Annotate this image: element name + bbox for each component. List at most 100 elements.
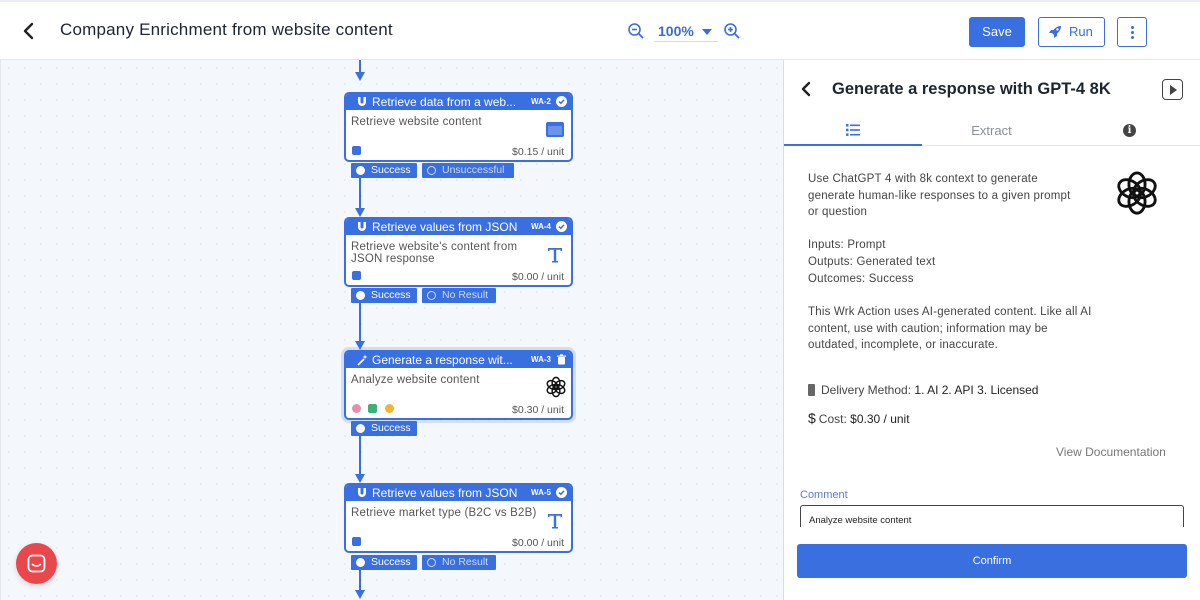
chevron-down-icon: [702, 29, 712, 35]
back-arrow-icon[interactable]: [18, 20, 40, 42]
info-icon: i: [1123, 124, 1136, 137]
list-icon: [846, 124, 860, 136]
trash-icon[interactable]: [556, 354, 567, 365]
outcome-label: Unsuccessful: [442, 164, 505, 176]
chat-bubble-icon: [27, 554, 46, 573]
play-preview-button[interactable]: [1162, 79, 1183, 100]
more-options-button[interactable]: [1117, 17, 1147, 47]
delivery-value: 1. AI 2. API 3. Licensed: [914, 383, 1039, 397]
node-title: Generate a response wit...: [372, 353, 513, 367]
magnet-icon: [358, 97, 366, 106]
zoom-select[interactable]: 100%: [654, 22, 718, 42]
workflow-node-wa-2[interactable]: Retrieve data from a web... WA-2 Retriev…: [344, 92, 573, 162]
cost-label: Cost:: [818, 412, 847, 426]
outcome-success[interactable]: Success: [351, 163, 417, 178]
tab-details[interactable]: [784, 120, 922, 146]
action-detail-panel: Generate a response with GPT-4 8K Extrac…: [784, 60, 1200, 600]
magic-wand-icon: [357, 354, 368, 366]
comment-input[interactable]: Analyze website content: [800, 505, 1184, 527]
more-dot: [1131, 26, 1134, 29]
connector-line: [359, 303, 361, 345]
ai-disclaimer: This Wrk Action uses AI-generated conten…: [808, 306, 1092, 351]
node-title: Retrieve values from JSON: [372, 220, 518, 234]
action-outputs: Outputs: Generated text: [808, 256, 936, 268]
workflow-node-wa-4[interactable]: Retrieve values from JSON WA-4 Retrieve …: [344, 217, 573, 287]
robot-icon: [352, 146, 361, 155]
verified-check-icon: [556, 487, 567, 498]
node-title: Retrieve data from a web...: [372, 95, 517, 109]
outcome-dot-icon: [427, 558, 436, 567]
dollar-icon: $: [808, 410, 816, 426]
outcome-dot-icon: [427, 291, 436, 300]
more-dot: [1131, 31, 1134, 34]
more-dot: [1131, 36, 1134, 39]
delivery-label: Delivery Method:: [821, 383, 912, 397]
node-description: Retrieve website's content from JSON res…: [351, 241, 518, 265]
robot-icon: [352, 271, 361, 280]
workflow-node-wa-3[interactable]: Generate a response wit... WA-3 Analyze …: [344, 350, 573, 420]
text-t-icon: [548, 514, 562, 529]
outcome-dot-icon: [356, 424, 365, 433]
action-inputs: Inputs: Prompt: [808, 239, 886, 251]
tab-info[interactable]: i: [1061, 120, 1200, 146]
save-button[interactable]: Save: [969, 17, 1025, 47]
outcome-success[interactable]: Success: [351, 555, 417, 570]
zoom-in-icon[interactable]: [723, 22, 741, 40]
connector-line: [359, 568, 361, 592]
workflow-node-wa-5[interactable]: Retrieve values from JSON WA-5 Retrieve …: [344, 483, 573, 553]
cost-value: $0.30 / unit: [850, 412, 910, 426]
panel-title: Generate a response with GPT-4 8K: [832, 80, 1111, 98]
page-title: Company Enrichment from website content: [60, 20, 393, 39]
connector-arrow: [355, 208, 365, 217]
outcome-success[interactable]: Success: [351, 288, 417, 303]
tab-extract[interactable]: Extract: [922, 120, 1061, 146]
back-arrow-icon[interactable]: [798, 80, 814, 98]
outcome-label: Success: [371, 422, 411, 434]
plug-icon: [368, 404, 378, 413]
run-label: Run: [1069, 24, 1093, 39]
outcome-label: Success: [371, 556, 411, 568]
node-price: $0.00 / unit: [512, 537, 564, 549]
node-code: WA-4: [531, 222, 551, 231]
rocket-icon: [1049, 26, 1061, 38]
zoom-out-icon[interactable]: [627, 22, 645, 40]
node-badges: [352, 537, 364, 547]
node-price: $0.30 / unit: [512, 404, 564, 416]
node-header: Retrieve data from a web... WA-2: [346, 94, 571, 110]
action-description: Use ChatGPT 4 with 8k context to generat…: [808, 173, 1071, 218]
comment-label: Comment: [800, 489, 848, 501]
node-code: WA-2: [531, 97, 551, 106]
outcome-dot-icon: [356, 291, 365, 300]
outcome-label: No Result: [442, 289, 489, 301]
magnet-icon: [358, 222, 366, 231]
brain-icon: [352, 404, 361, 413]
play-icon: [1170, 85, 1177, 95]
outcome-no-result[interactable]: No Result: [422, 555, 496, 570]
magnet-icon: [358, 488, 366, 497]
verified-check-icon: [556, 221, 567, 232]
node-price: $0.15 / unit: [512, 146, 564, 158]
outcome-label: Success: [371, 289, 411, 301]
node-badges: [352, 271, 364, 281]
chat-launcher-button[interactable]: [16, 543, 57, 584]
view-documentation-link[interactable]: View Documentation: [1056, 445, 1166, 459]
openai-logo-icon: [1117, 171, 1157, 215]
node-price: $0.00 / unit: [512, 271, 564, 283]
connector-arrow: [355, 72, 365, 81]
node-header: Retrieve values from JSON WA-4: [346, 219, 571, 235]
node-code: WA-3: [531, 355, 551, 364]
outcome-unsuccessful[interactable]: Unsuccessful: [422, 163, 514, 178]
node-badges: [352, 146, 364, 156]
outcome-dot-icon: [427, 166, 436, 175]
connector-line: [359, 178, 361, 212]
run-button[interactable]: Run: [1038, 17, 1105, 47]
delivery-method: Delivery Method: 1. AI 2. API 3. License…: [808, 383, 1038, 397]
outcome-no-result[interactable]: No Result: [422, 288, 496, 303]
zoom-value: 100%: [658, 23, 694, 39]
outcome-success[interactable]: Success: [351, 421, 417, 436]
confirm-button[interactable]: Confirm: [797, 544, 1187, 578]
node-description: Retrieve market type (B2C vs B2B): [351, 507, 537, 519]
verified-check-icon: [556, 96, 567, 107]
workflow-canvas[interactable]: Retrieve data from a web... WA-2 Retriev…: [0, 60, 784, 600]
outcome-dot-icon: [356, 558, 365, 567]
